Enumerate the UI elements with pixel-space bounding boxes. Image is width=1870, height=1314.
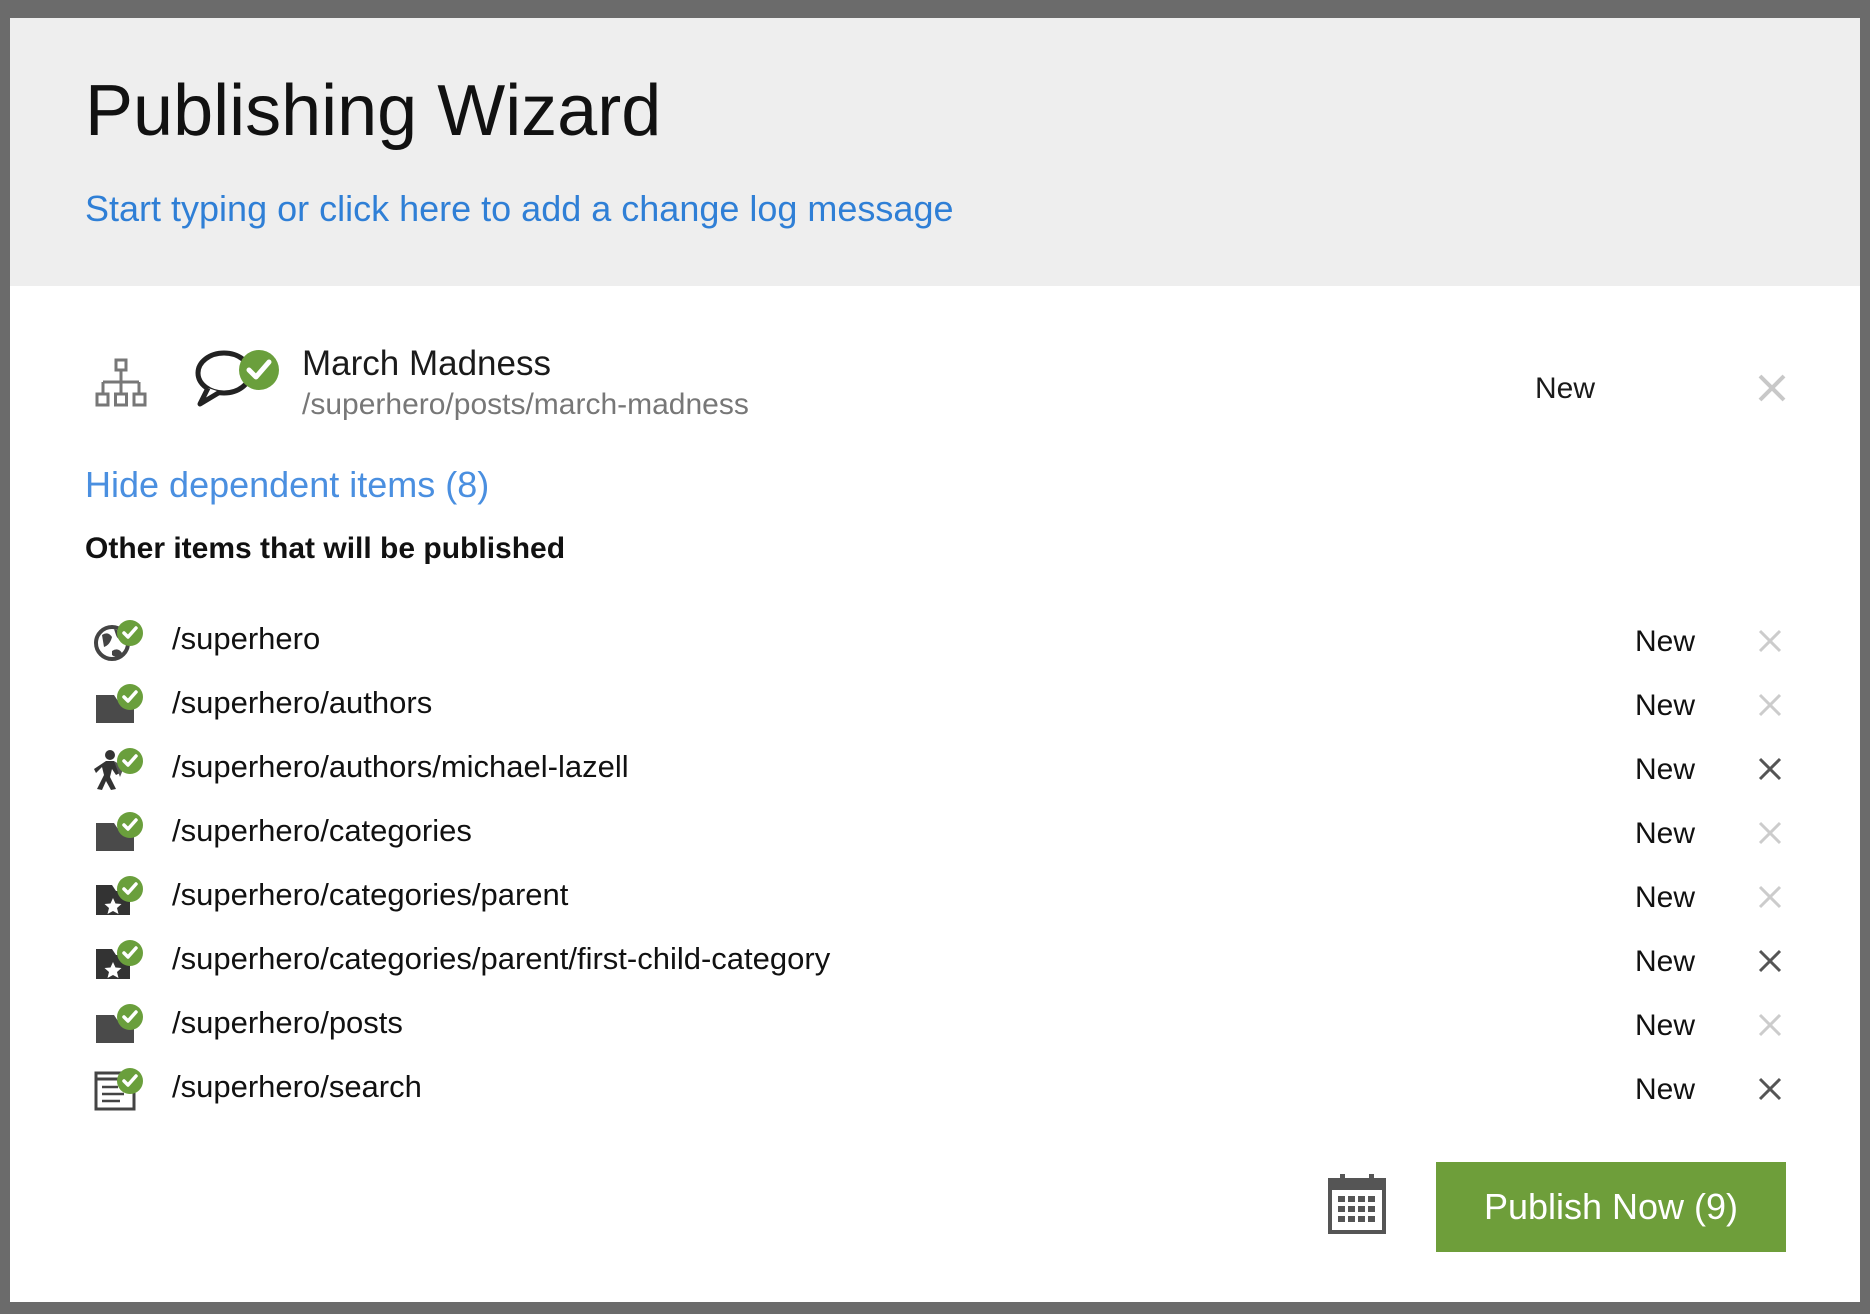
list-item: /superhero/categories/parent/first-child… [10,933,1860,997]
status-label: New [1635,689,1696,722]
star-folder-icon [96,876,143,915]
remove-item-button[interactable] [1756,819,1784,847]
star-folder-icon [96,940,143,979]
toggle-dependent-items-link[interactable]: Hide dependent items (8) [85,464,489,506]
comment-icon [195,350,279,407]
list-item: /superhero/authors/michael-lazell New [10,741,1860,805]
item-path: /superhero/categories/parent [172,877,569,912]
list-item: /superhero/search New [10,1061,1860,1125]
superhero-author-icon [94,748,143,790]
search-page-icon [94,1068,143,1111]
status-label: New [1535,372,1596,405]
remove-item-button[interactable] [1756,883,1784,911]
remove-item-button[interactable] [1756,627,1784,655]
item-title: March Madness [302,344,551,383]
status-label: New [1635,945,1696,978]
item-path: /superhero/categories [172,813,472,848]
folder-icon [96,812,143,851]
globe-icon [94,620,143,661]
main-item-row: March Madness /superhero/posts/march-mad… [10,336,1860,446]
item-path: /superhero/categories/parent/first-child… [172,941,831,976]
sitemap-icon[interactable] [95,358,147,410]
remove-item-button[interactable] [1756,755,1784,783]
remove-main-item-button[interactable] [1754,370,1790,406]
dependents-heading: Other items that will be published [85,532,566,565]
item-path: /superhero/search [172,1069,422,1104]
list-item: /superhero New [10,613,1860,677]
publish-now-button[interactable]: Publish Now (9) [1436,1162,1786,1252]
item-path: /superhero [172,621,321,656]
list-item: /superhero/categories/parent New [10,869,1860,933]
folder-icon [96,684,143,723]
list-item: /superhero/authors New [10,677,1860,741]
status-label: New [1635,625,1696,658]
item-path: /superhero/posts [172,1005,403,1040]
item-path: /superhero/posts/march-madness [302,388,749,421]
remove-item-button[interactable] [1756,947,1784,975]
status-label: New [1635,1073,1696,1106]
change-log-input[interactable]: Start typing or click here to add a chan… [85,188,954,230]
dependent-items-list: /superhero New /superhero/authors New /s… [10,613,1860,1125]
status-label: New [1635,753,1696,786]
status-label: New [1635,881,1696,914]
remove-item-button[interactable] [1756,1075,1784,1103]
list-item: /superhero/categories New [10,805,1860,869]
calendar-icon[interactable] [1328,1174,1386,1234]
remove-item-button[interactable] [1756,1011,1784,1039]
publishing-wizard-dialog: Publishing Wizard Start typing or click … [10,18,1860,1302]
status-label: New [1635,817,1696,850]
item-path: /superhero/authors/michael-lazell [172,749,629,784]
page-title: Publishing Wizard [85,71,662,151]
status-label: New [1635,1009,1696,1042]
list-item: /superhero/posts New [10,997,1860,1061]
item-path: /superhero/authors [172,685,433,720]
remove-item-button[interactable] [1756,691,1784,719]
folder-icon [96,1004,143,1043]
wizard-header: Publishing Wizard Start typing or click … [10,18,1860,286]
